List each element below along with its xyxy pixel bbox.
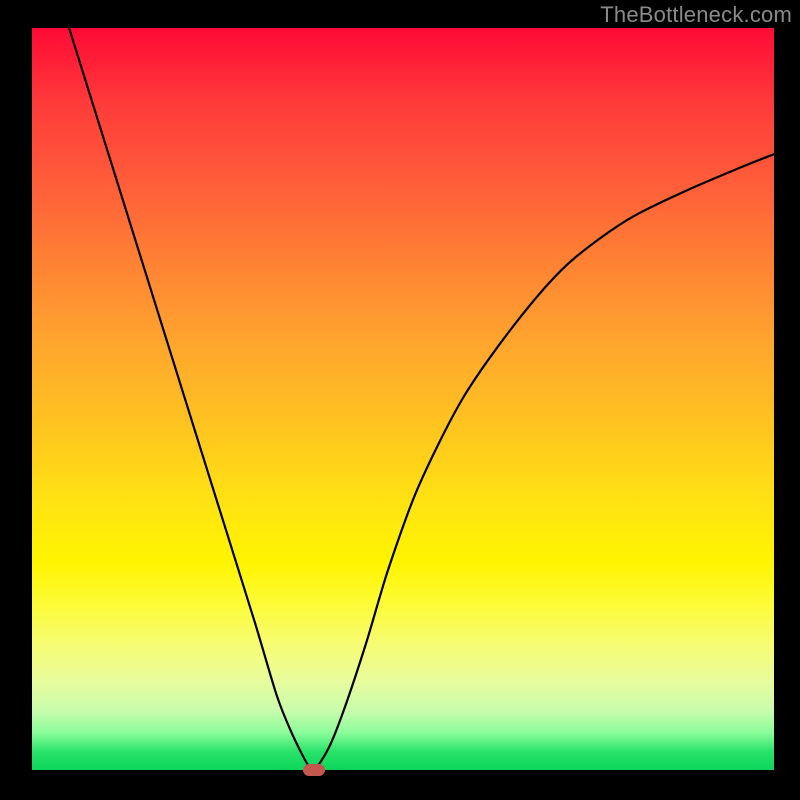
curve-path xyxy=(69,28,774,770)
watermark-text: TheBottleneck.com xyxy=(600,2,792,28)
optimum-marker xyxy=(303,764,325,776)
bottleneck-curve xyxy=(32,28,774,770)
chart-plot-area xyxy=(32,28,774,770)
